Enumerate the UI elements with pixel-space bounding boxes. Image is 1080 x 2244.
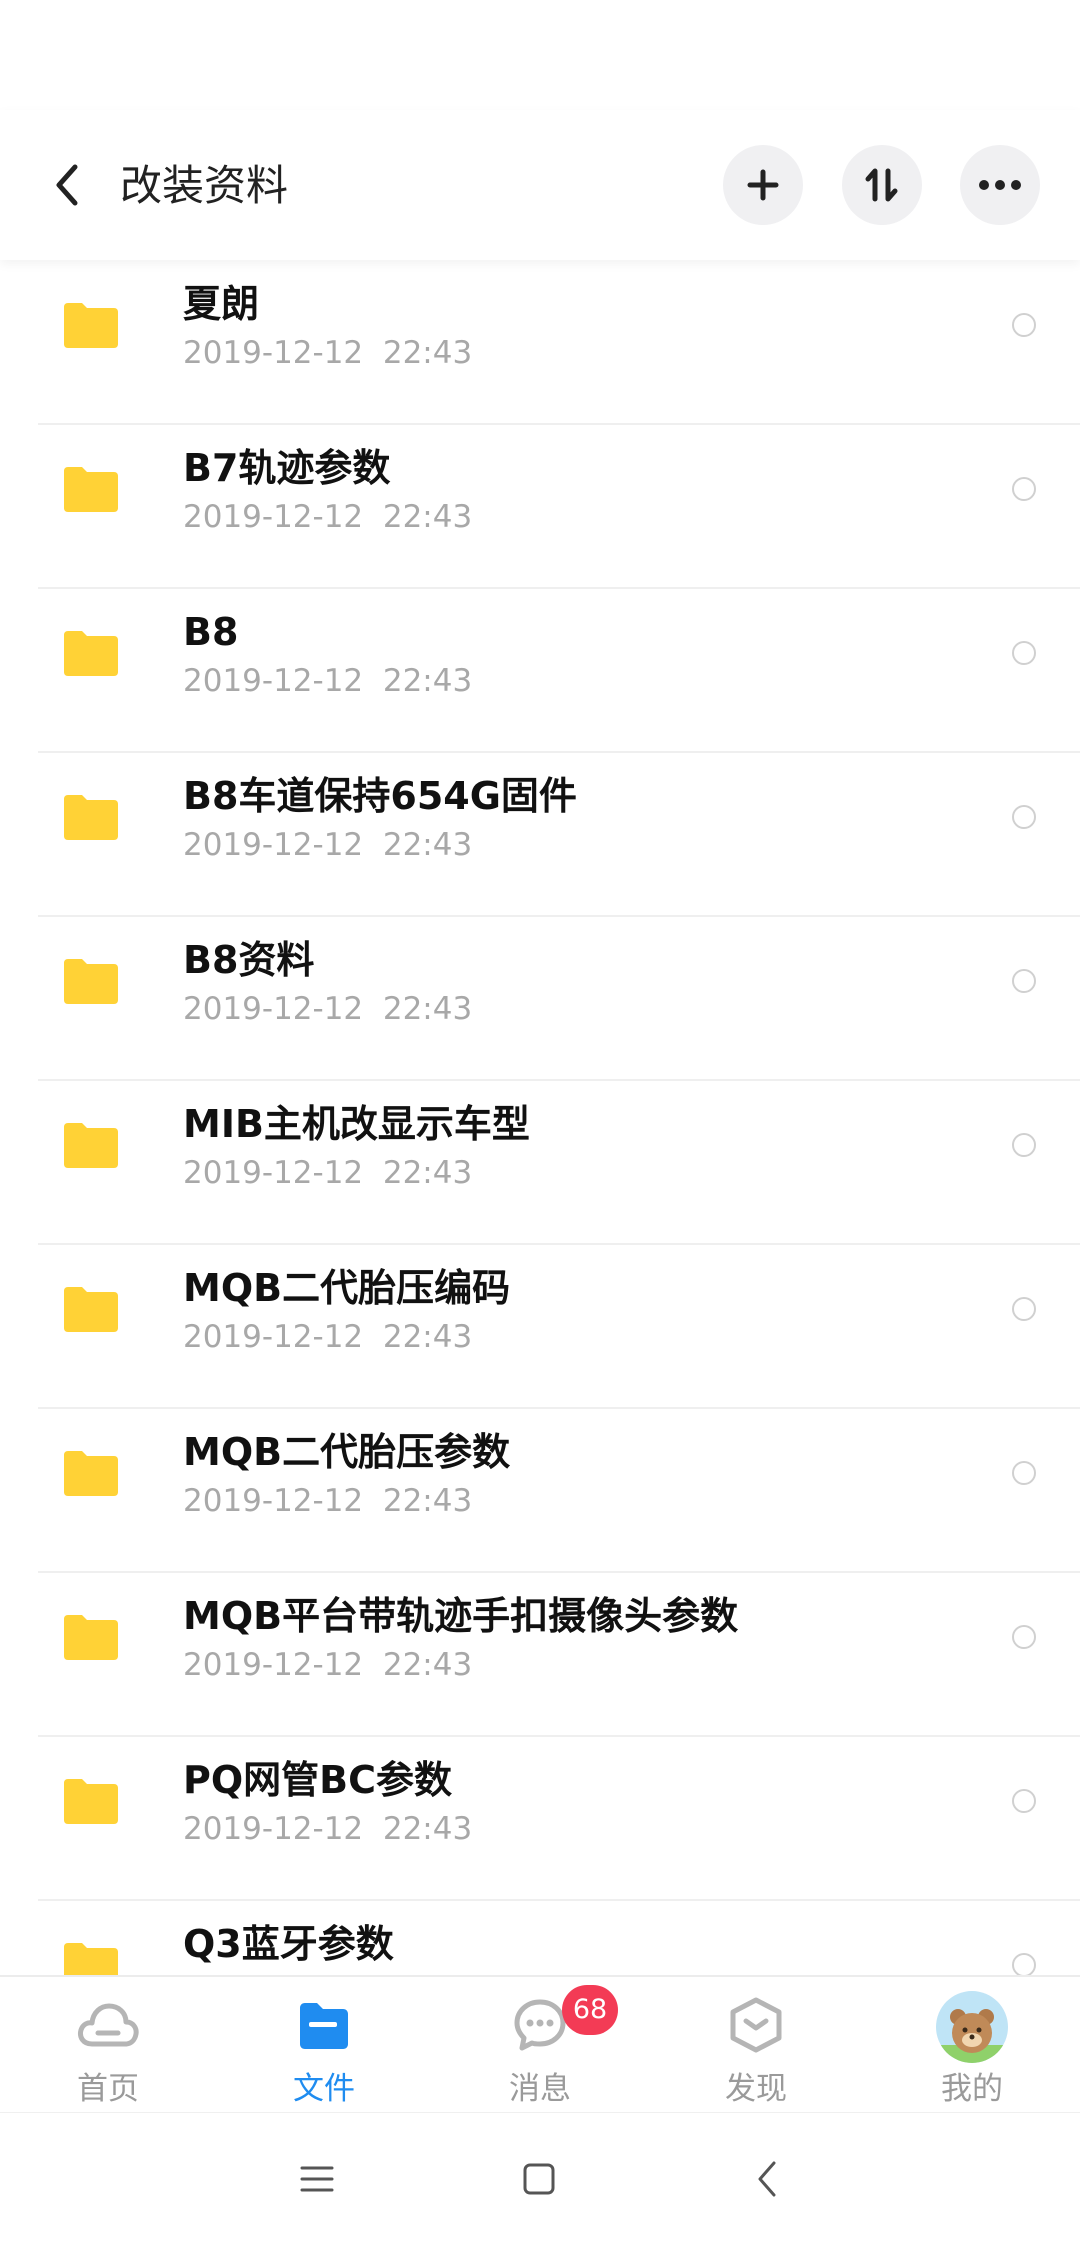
select-radio[interactable] xyxy=(1012,1297,1036,1321)
folder-icon xyxy=(64,1615,118,1660)
discover-icon xyxy=(722,1993,790,2057)
file-name: MQB二代胎压编码 xyxy=(183,1266,511,1310)
folder-icon xyxy=(290,1993,358,2057)
file-name: MQB二代胎压参数 xyxy=(183,1430,511,1474)
bottom-tab-bar: 首页 文件 68 消息 发现 我的 xyxy=(0,1975,1080,2112)
tab-discover-label: 发现 xyxy=(725,2071,787,2107)
tab-files-label: 文件 xyxy=(293,2071,355,2107)
system-nav-bar xyxy=(0,2112,1080,2244)
unread-badge: 68 xyxy=(562,1985,618,2035)
header: 改装资料 xyxy=(0,110,1080,260)
file-name: MIB主机改显示车型 xyxy=(183,1102,530,1146)
sort-icon xyxy=(865,168,898,202)
recent-apps-button[interactable] xyxy=(287,2149,347,2209)
select-radio[interactable] xyxy=(1012,1133,1036,1157)
file-date: 2019-12-12 22:43 xyxy=(183,335,473,371)
status-bar xyxy=(0,0,1080,110)
select-radio[interactable] xyxy=(1012,1953,1036,1975)
file-date: 2019-12-12 22:43 xyxy=(183,827,473,863)
file-list-item[interactable]: MQB二代胎压参数 2019-12-12 22:43 xyxy=(0,1409,1080,1573)
select-radio[interactable] xyxy=(1012,313,1036,337)
tab-files[interactable]: 文件 xyxy=(216,1977,432,2114)
back-button[interactable] xyxy=(38,157,94,213)
file-list-item[interactable]: 夏朗 2019-12-12 22:43 xyxy=(0,261,1080,425)
tab-home-label: 首页 xyxy=(77,2071,139,2107)
file-list-item[interactable]: Q3蓝牙参数 xyxy=(0,1901,1080,1975)
tab-discover[interactable]: 发现 xyxy=(648,1977,864,2114)
file-name: 夏朗 xyxy=(183,282,260,326)
select-radio[interactable] xyxy=(1012,477,1036,501)
file-list-item[interactable]: MQB二代胎压编码 2019-12-12 22:43 xyxy=(0,1245,1080,1409)
more-dots-icon xyxy=(979,180,1021,190)
file-list-item[interactable]: B8 2019-12-12 22:43 xyxy=(0,589,1080,753)
file-name: B8 xyxy=(183,610,239,654)
select-radio[interactable] xyxy=(1012,805,1036,829)
file-list: 夏朗 2019-12-12 22:43 B7轨迹参数 2019-12-12 22:43… xyxy=(0,260,1080,1975)
folder-icon xyxy=(64,1779,118,1824)
sort-button[interactable] xyxy=(842,145,922,225)
file-list-item[interactable]: MQB平台带轨迹手扣摄像头参数 2019-12-12 22:43 xyxy=(0,1573,1080,1737)
cloud-icon xyxy=(74,1993,142,2057)
folder-icon xyxy=(64,467,118,512)
chevron-left-icon xyxy=(758,2161,776,2197)
add-button[interactable] xyxy=(723,145,803,225)
select-radio[interactable] xyxy=(1012,1625,1036,1649)
folder-icon xyxy=(64,959,118,1004)
tab-me-label: 我的 xyxy=(941,2071,1003,2107)
file-date: 2019-12-12 22:43 xyxy=(183,1483,473,1519)
file-date: 2019-12-12 22:43 xyxy=(183,663,473,699)
select-radio[interactable] xyxy=(1012,1461,1036,1485)
plus-icon xyxy=(747,169,779,201)
file-date: 2019-12-12 22:43 xyxy=(183,1319,473,1355)
file-list-item[interactable]: B8车道保持654G固件 2019-12-12 22:43 xyxy=(0,753,1080,917)
file-name: PQ网管BC参数 xyxy=(183,1758,453,1802)
square-icon xyxy=(523,2163,555,2195)
file-name: Q3蓝牙参数 xyxy=(183,1922,394,1966)
folder-icon xyxy=(64,795,118,840)
system-back-button[interactable] xyxy=(737,2149,797,2209)
file-name: B8车道保持654G固件 xyxy=(183,774,577,818)
folder-icon xyxy=(64,631,118,676)
chevron-left-icon xyxy=(56,164,78,206)
page-title: 改装资料 xyxy=(120,161,289,210)
folder-icon xyxy=(64,1123,118,1168)
avatar xyxy=(936,1991,1008,2063)
file-list-item[interactable]: MIB主机改显示车型 2019-12-12 22:43 xyxy=(0,1081,1080,1245)
select-radio[interactable] xyxy=(1012,641,1036,665)
tab-home[interactable]: 首页 xyxy=(0,1977,216,2114)
home-button[interactable] xyxy=(509,2149,569,2209)
menu-icon xyxy=(300,2166,334,2192)
select-radio[interactable] xyxy=(1012,969,1036,993)
more-button[interactable] xyxy=(960,145,1040,225)
file-name: B7轨迹参数 xyxy=(183,446,391,490)
file-name: B8资料 xyxy=(183,938,315,982)
tab-messages-label: 消息 xyxy=(509,2071,571,2107)
file-list-item[interactable]: B8资料 2019-12-12 22:43 xyxy=(0,917,1080,1081)
folder-icon xyxy=(64,1451,118,1496)
folder-icon xyxy=(64,303,118,348)
file-list-item[interactable]: PQ网管BC参数 2019-12-12 22:43 xyxy=(0,1737,1080,1901)
tab-me[interactable]: 我的 xyxy=(864,1977,1080,2114)
file-date: 2019-12-12 22:43 xyxy=(183,991,473,1027)
file-name: MQB平台带轨迹手扣摄像头参数 xyxy=(183,1594,739,1638)
file-date: 2019-12-12 22:43 xyxy=(183,1811,473,1847)
select-radio[interactable] xyxy=(1012,1789,1036,1813)
file-date: 2019-12-12 22:43 xyxy=(183,1647,473,1683)
file-date: 2019-12-12 22:43 xyxy=(183,499,473,535)
file-date: 2019-12-12 22:43 xyxy=(183,1155,473,1191)
folder-icon xyxy=(64,1943,118,1975)
folder-icon xyxy=(64,1287,118,1332)
file-list-item[interactable]: B7轨迹参数 2019-12-12 22:43 xyxy=(0,425,1080,589)
tab-messages[interactable]: 68 消息 xyxy=(432,1977,648,2114)
